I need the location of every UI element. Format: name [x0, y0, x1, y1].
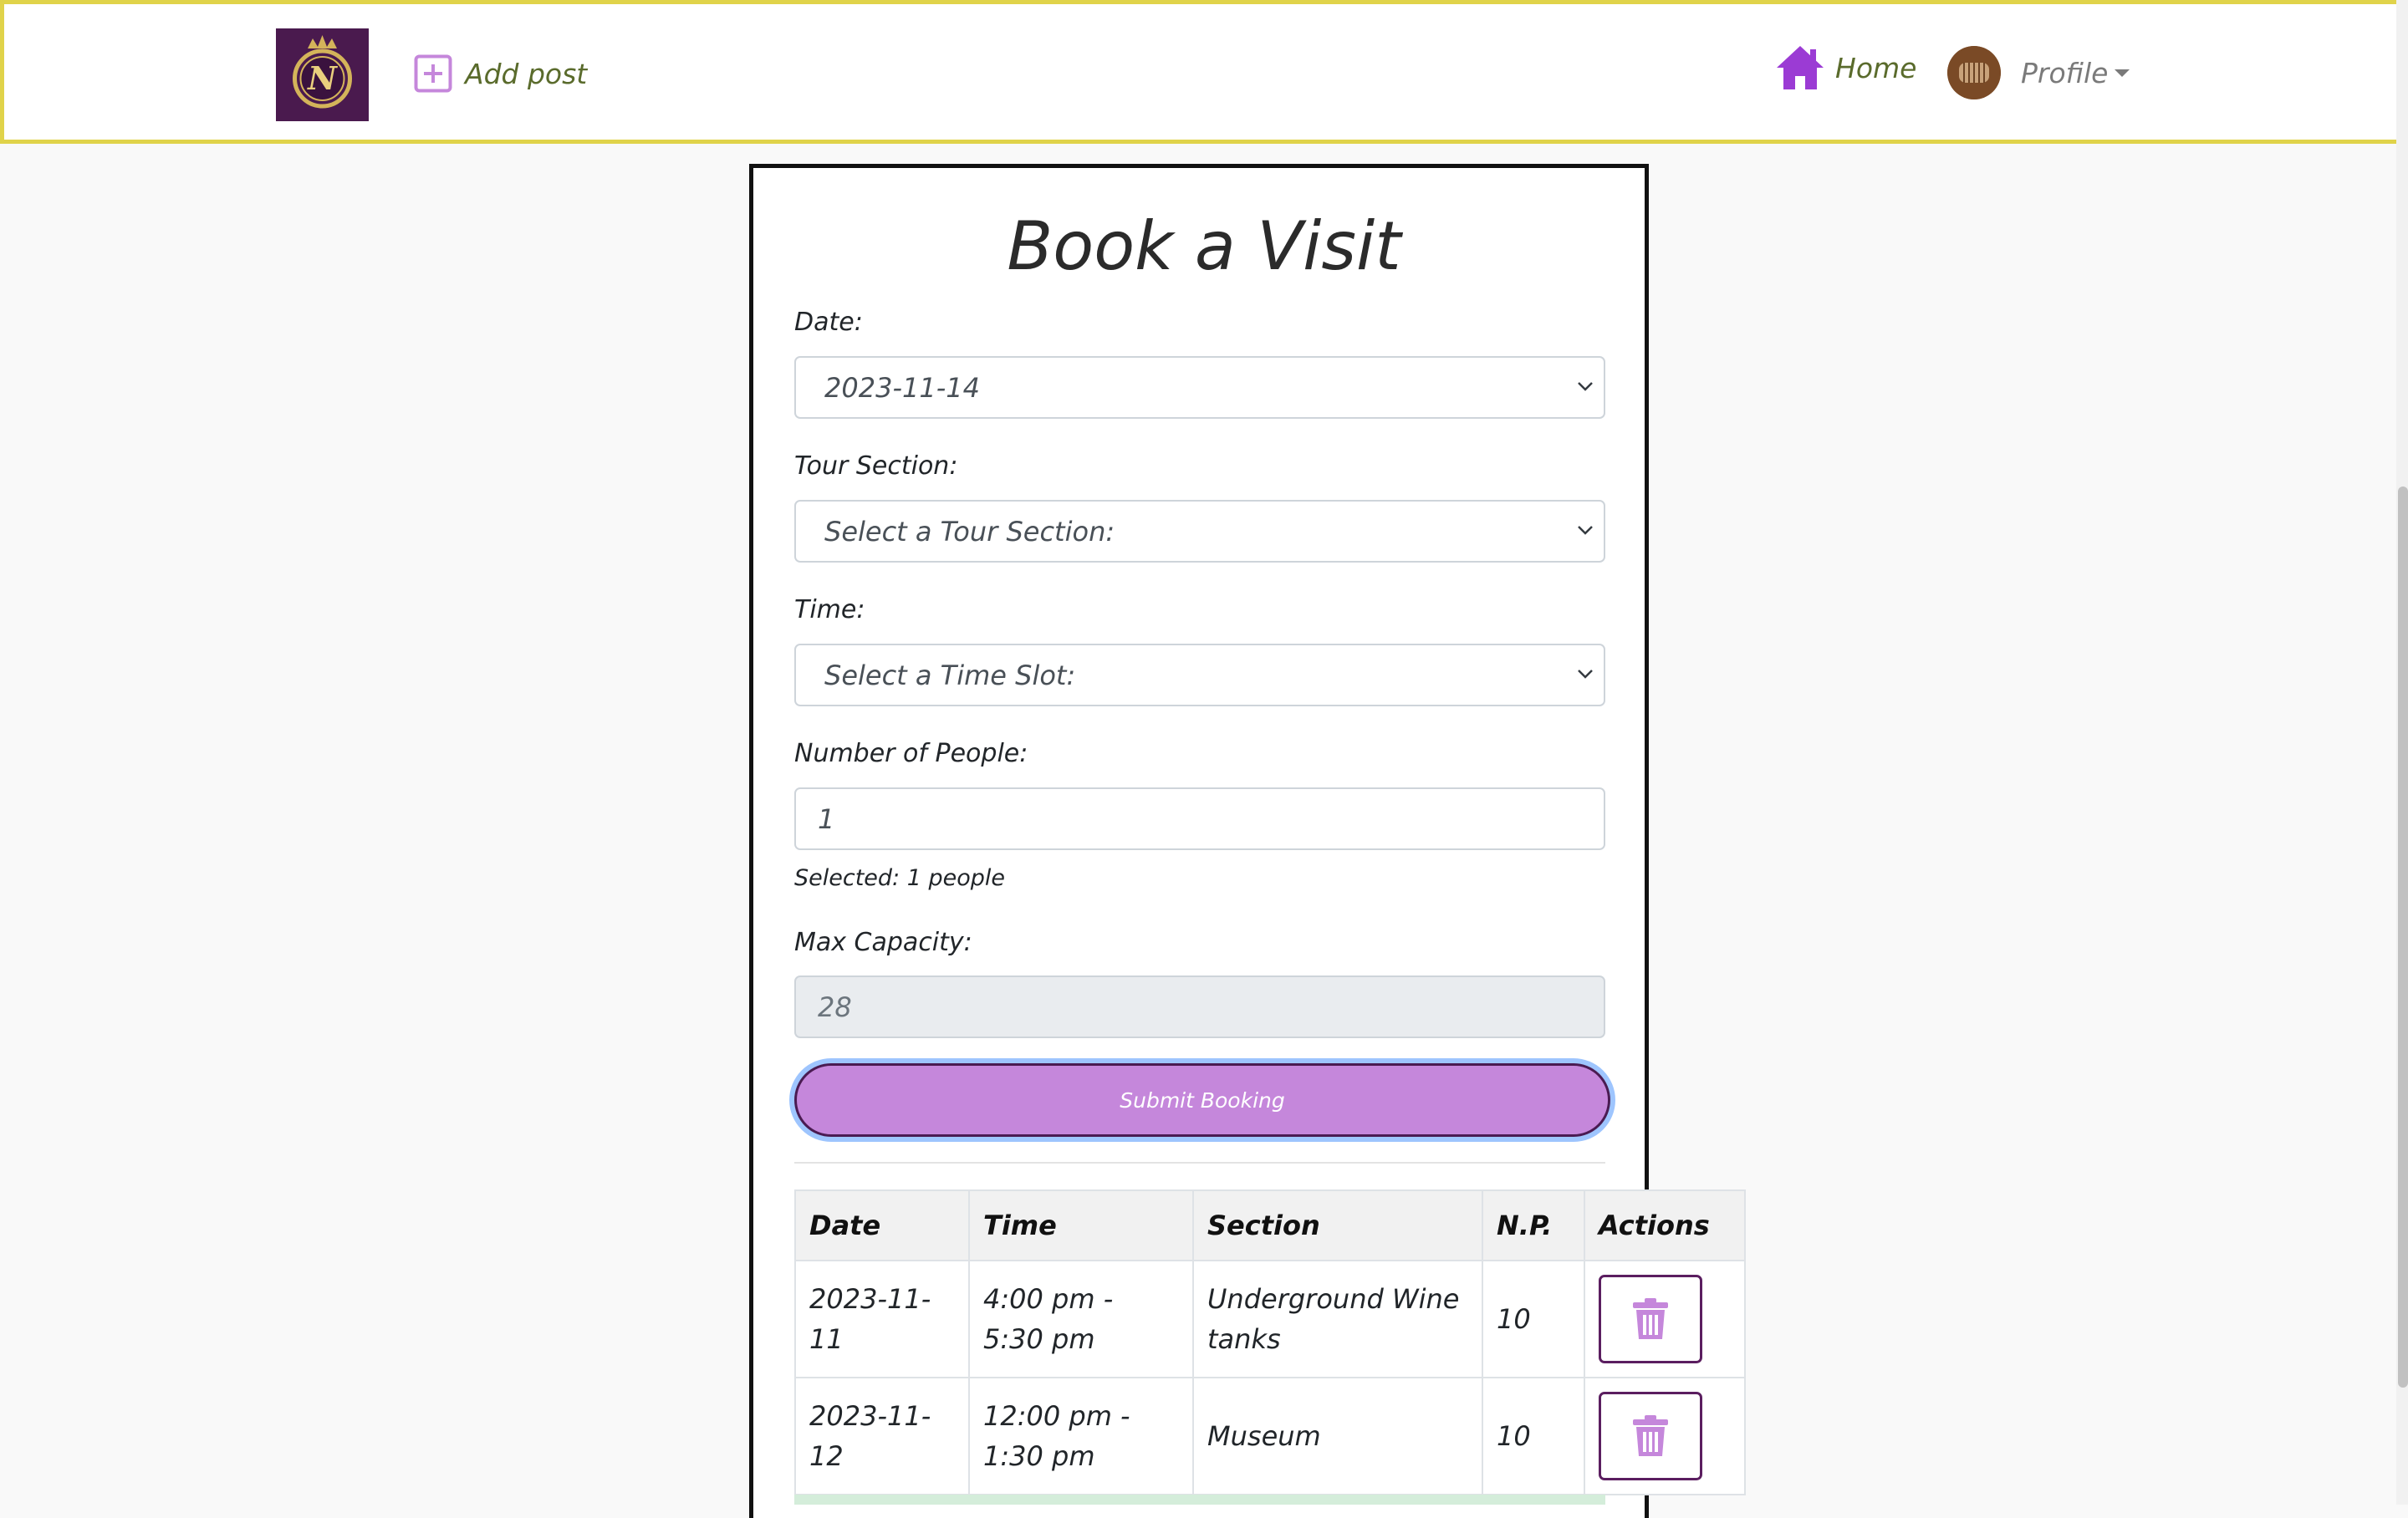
people-helper-text: Selected: 1 people [794, 865, 1006, 891]
header-section: Section [1192, 1189, 1483, 1261]
cell-np: 10 [1482, 1260, 1585, 1378]
page-scrollbar-thumb[interactable] [2398, 486, 2408, 1388]
logo-emblem-icon: N [276, 28, 369, 121]
add-post-label: Add post [465, 57, 588, 90]
header-np: N.P. [1482, 1189, 1585, 1261]
time-slot-select[interactable]: Select a Time Slot: [794, 644, 1605, 706]
table-row-partial [794, 1495, 1605, 1505]
profile-label: Profile [2021, 56, 2109, 89]
table-row: 2023-11-12 12:00 pm - 1:30 pm Museum 10 [794, 1377, 1746, 1495]
header-date: Date [794, 1189, 970, 1261]
cell-date: 2023-11-11 [794, 1260, 970, 1378]
header-time: Time [968, 1189, 1194, 1261]
date-label: Date: [794, 308, 863, 337]
cell-time: 12:00 pm - 1:30 pm [968, 1377, 1194, 1495]
logo[interactable]: N [276, 28, 369, 121]
time-label: Time: [794, 595, 865, 624]
top-navbar: N Add post Home Profile [0, 0, 2408, 144]
delete-booking-button[interactable] [1599, 1275, 1702, 1363]
bookings-table: Date Time Section N.P. Actions 2023-11-1… [794, 1189, 1746, 1495]
table-header-row: Date Time Section N.P. Actions [794, 1189, 1746, 1261]
logo-letter: N [307, 59, 338, 97]
cell-time: 4:00 pm - 5:30 pm [968, 1260, 1194, 1378]
cell-np: 10 [1482, 1377, 1585, 1495]
chevron-down-icon [1578, 670, 1593, 679]
profile-dropdown[interactable]: Profile [1947, 46, 2130, 99]
home-label: Home [1835, 51, 1917, 84]
people-label: Number of People: [794, 739, 1028, 768]
cell-date: 2023-11-12 [794, 1377, 970, 1495]
tour-section-value: Select a Tour Section: [824, 515, 1115, 548]
chevron-down-icon [1578, 382, 1593, 391]
max-capacity-value: 28 [818, 991, 852, 1023]
trash-icon [1633, 1298, 1668, 1339]
add-post-link[interactable]: Add post [414, 51, 587, 96]
plus-square-icon [414, 54, 452, 93]
chevron-down-icon [1578, 526, 1593, 535]
header-actions: Actions [1584, 1189, 1746, 1261]
home-icon [1777, 46, 1824, 89]
people-value: 1 [818, 802, 835, 835]
max-capacity-label: Max Capacity: [794, 928, 972, 957]
time-slot-value: Select a Time Slot: [824, 659, 1076, 691]
table-row: 2023-11-11 4:00 pm - 5:30 pm Underground… [794, 1260, 1746, 1378]
people-input[interactable]: 1 [794, 787, 1605, 850]
home-link[interactable]: Home [1775, 44, 1916, 91]
avatar [1947, 46, 2001, 99]
barrel-avatar-icon [1947, 46, 2001, 99]
cell-actions [1584, 1260, 1746, 1378]
chevron-down-icon [2115, 69, 2130, 77]
submit-booking-button[interactable]: Submit Booking [794, 1063, 1610, 1137]
trash-icon [1633, 1415, 1668, 1456]
date-value: 2023-11-14 [824, 371, 980, 404]
tour-section-label: Tour Section: [794, 451, 958, 481]
max-capacity-field: 28 [794, 975, 1605, 1038]
page-title: Book a Visit [1007, 207, 1401, 285]
cell-actions [1584, 1377, 1746, 1495]
tour-section-select[interactable]: Select a Tour Section: [794, 500, 1605, 563]
delete-booking-button[interactable] [1599, 1392, 1702, 1480]
cell-section: Museum [1192, 1377, 1483, 1495]
divider [794, 1162, 1605, 1164]
cell-section: Underground Wine tanks [1192, 1260, 1483, 1378]
date-select[interactable]: 2023-11-14 [794, 356, 1605, 419]
